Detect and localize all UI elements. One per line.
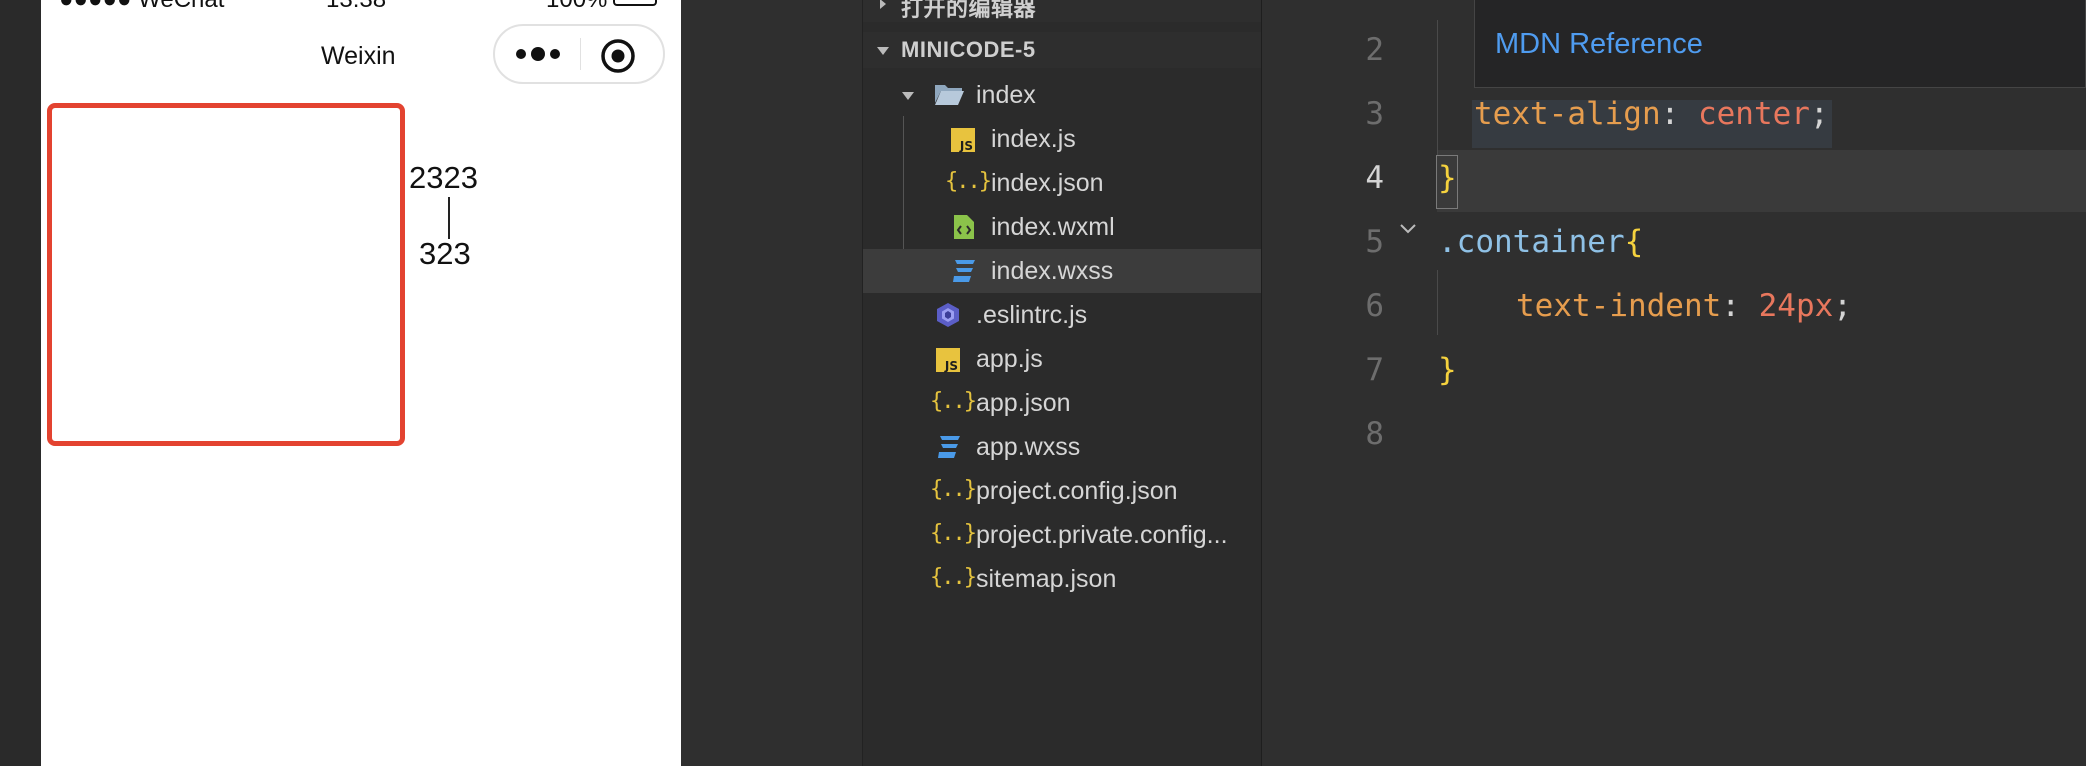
tree-item-label: app.json xyxy=(976,389,1071,417)
content-text-top: 2323 xyxy=(409,160,478,195)
code-line-6: text-indent: 24px; xyxy=(1516,288,1852,324)
tree-item-label: index.wxml xyxy=(991,213,1115,241)
code-line-7: } xyxy=(1438,352,1457,388)
indent-guide xyxy=(1437,20,1438,155)
folder-open-icon xyxy=(935,85,964,105)
tree-item-project-private-config[interactable]: {..} project.private.config... xyxy=(863,513,1261,557)
simulator-gutter xyxy=(0,0,41,766)
tree-item-index-json[interactable]: {..} index.json xyxy=(863,161,1261,205)
tree-item-label: index.js xyxy=(991,125,1076,153)
tree-item-label: index xyxy=(976,81,1036,109)
battery-icon xyxy=(613,0,657,6)
css-property: text-indent xyxy=(1516,288,1722,324)
line-number: 3 xyxy=(1365,96,1384,132)
wxml-file-icon xyxy=(954,215,974,239)
tree-item-label: sitemap.json xyxy=(976,565,1117,593)
css-property: text-align xyxy=(1474,96,1661,132)
code-line-4: } xyxy=(1438,160,1457,196)
tree-item-eslintrc[interactable]: .eslintrc.js xyxy=(863,293,1261,337)
line-number-gutter: 2 3 4 5 6 7 8 xyxy=(1262,0,1392,766)
debug-panel xyxy=(681,0,862,766)
hover-tooltip: MDN Reference xyxy=(1474,0,2086,88)
chevron-down-icon xyxy=(877,47,889,55)
project-label: MINICODE-5 xyxy=(901,37,1036,62)
tree-item-app-wxss[interactable]: app.wxss xyxy=(863,425,1261,469)
css-value: center xyxy=(1697,96,1810,132)
content-vertical-line xyxy=(448,197,450,239)
capsule-menu[interactable] xyxy=(493,24,665,84)
tree-item-app-js[interactable]: JS app.js xyxy=(863,337,1261,381)
tree-item-label: index.wxss xyxy=(991,257,1114,285)
css-selector: .container xyxy=(1438,224,1625,260)
tree-item-project-config[interactable]: {..} project.config.json xyxy=(863,469,1261,513)
chevron-down-icon xyxy=(902,92,914,100)
tree-folder-index[interactable]: index xyxy=(863,73,1261,117)
tree-item-label: project.config.json xyxy=(976,477,1178,505)
capsule-divider xyxy=(580,38,581,70)
tree-item-label: project.private.config... xyxy=(976,521,1228,549)
tree-item-index-wxss[interactable]: index.wxss xyxy=(863,249,1261,293)
tree-item-index-js[interactable]: JS index.js xyxy=(863,117,1261,161)
tree-item-label: index.json xyxy=(991,169,1104,197)
status-time: 13:38 xyxy=(326,0,386,14)
nav-title: Weixin xyxy=(321,42,396,70)
status-carrier: ●●●●● WeChat xyxy=(59,0,224,14)
json-file-icon: {..} xyxy=(930,477,977,502)
more-icon[interactable] xyxy=(513,44,563,64)
line-number: 4 xyxy=(1365,160,1384,196)
tree-item-app-json[interactable]: {..} app.json xyxy=(863,381,1261,425)
json-file-icon: {..} xyxy=(945,169,992,194)
css-value: 24px xyxy=(1758,288,1834,324)
css-file-icon xyxy=(953,260,975,282)
tree-item-label: app.wxss xyxy=(976,433,1081,461)
fold-chevron-icon[interactable] xyxy=(1397,218,1419,240)
js-file-icon: JS xyxy=(951,128,975,152)
json-file-icon: {..} xyxy=(930,521,977,546)
css-brace: { xyxy=(1624,224,1644,260)
js-file-icon: JS xyxy=(936,348,960,372)
json-file-icon: {..} xyxy=(930,565,977,590)
status-bar: ●●●●● WeChat 13:38 100% xyxy=(41,0,681,14)
css-file-icon xyxy=(938,436,960,458)
tree-item-label: .eslintrc.js xyxy=(976,301,1088,329)
code-line-3: text-align: center; xyxy=(1474,96,1829,132)
chevron-right-icon xyxy=(880,0,886,9)
open-editors-label: 打开的编辑器 xyxy=(901,0,1037,21)
close-target-icon[interactable] xyxy=(600,38,636,74)
red-box xyxy=(47,103,405,446)
status-battery-text: 100% xyxy=(546,0,607,14)
phone-simulator: ●●●●● WeChat 13:38 100% Weixin 2323 323 xyxy=(41,0,681,766)
current-line-highlight xyxy=(1437,150,2086,212)
line-number: 2 xyxy=(1365,32,1384,68)
mdn-reference-link[interactable]: MDN Reference xyxy=(1495,28,1703,61)
tree-item-label: app.js xyxy=(976,345,1043,373)
eslint-file-icon xyxy=(937,303,959,327)
line-number: 7 xyxy=(1365,352,1384,388)
line-number: 5 xyxy=(1365,224,1384,260)
code-line-5: .container{ xyxy=(1438,224,1643,260)
indent-guide xyxy=(1437,270,1438,335)
content-text-bottom: 323 xyxy=(419,236,471,271)
line-number: 6 xyxy=(1365,288,1384,324)
code-editor[interactable]: 2 3 4 5 6 7 8 text-align: center; } .con… xyxy=(1262,0,2086,766)
file-explorer: 打开的编辑器 MINICODE-5 index JS index.js {..}… xyxy=(863,0,1261,766)
tree-item-index-wxml[interactable]: index.wxml xyxy=(863,205,1261,249)
line-number: 8 xyxy=(1365,416,1384,452)
open-editors-header[interactable]: 打开的编辑器 xyxy=(863,0,1261,22)
tree-item-sitemap[interactable]: {..} sitemap.json xyxy=(863,557,1261,601)
project-header[interactable]: MINICODE-5 xyxy=(863,32,1261,68)
json-file-icon: {..} xyxy=(930,389,977,414)
